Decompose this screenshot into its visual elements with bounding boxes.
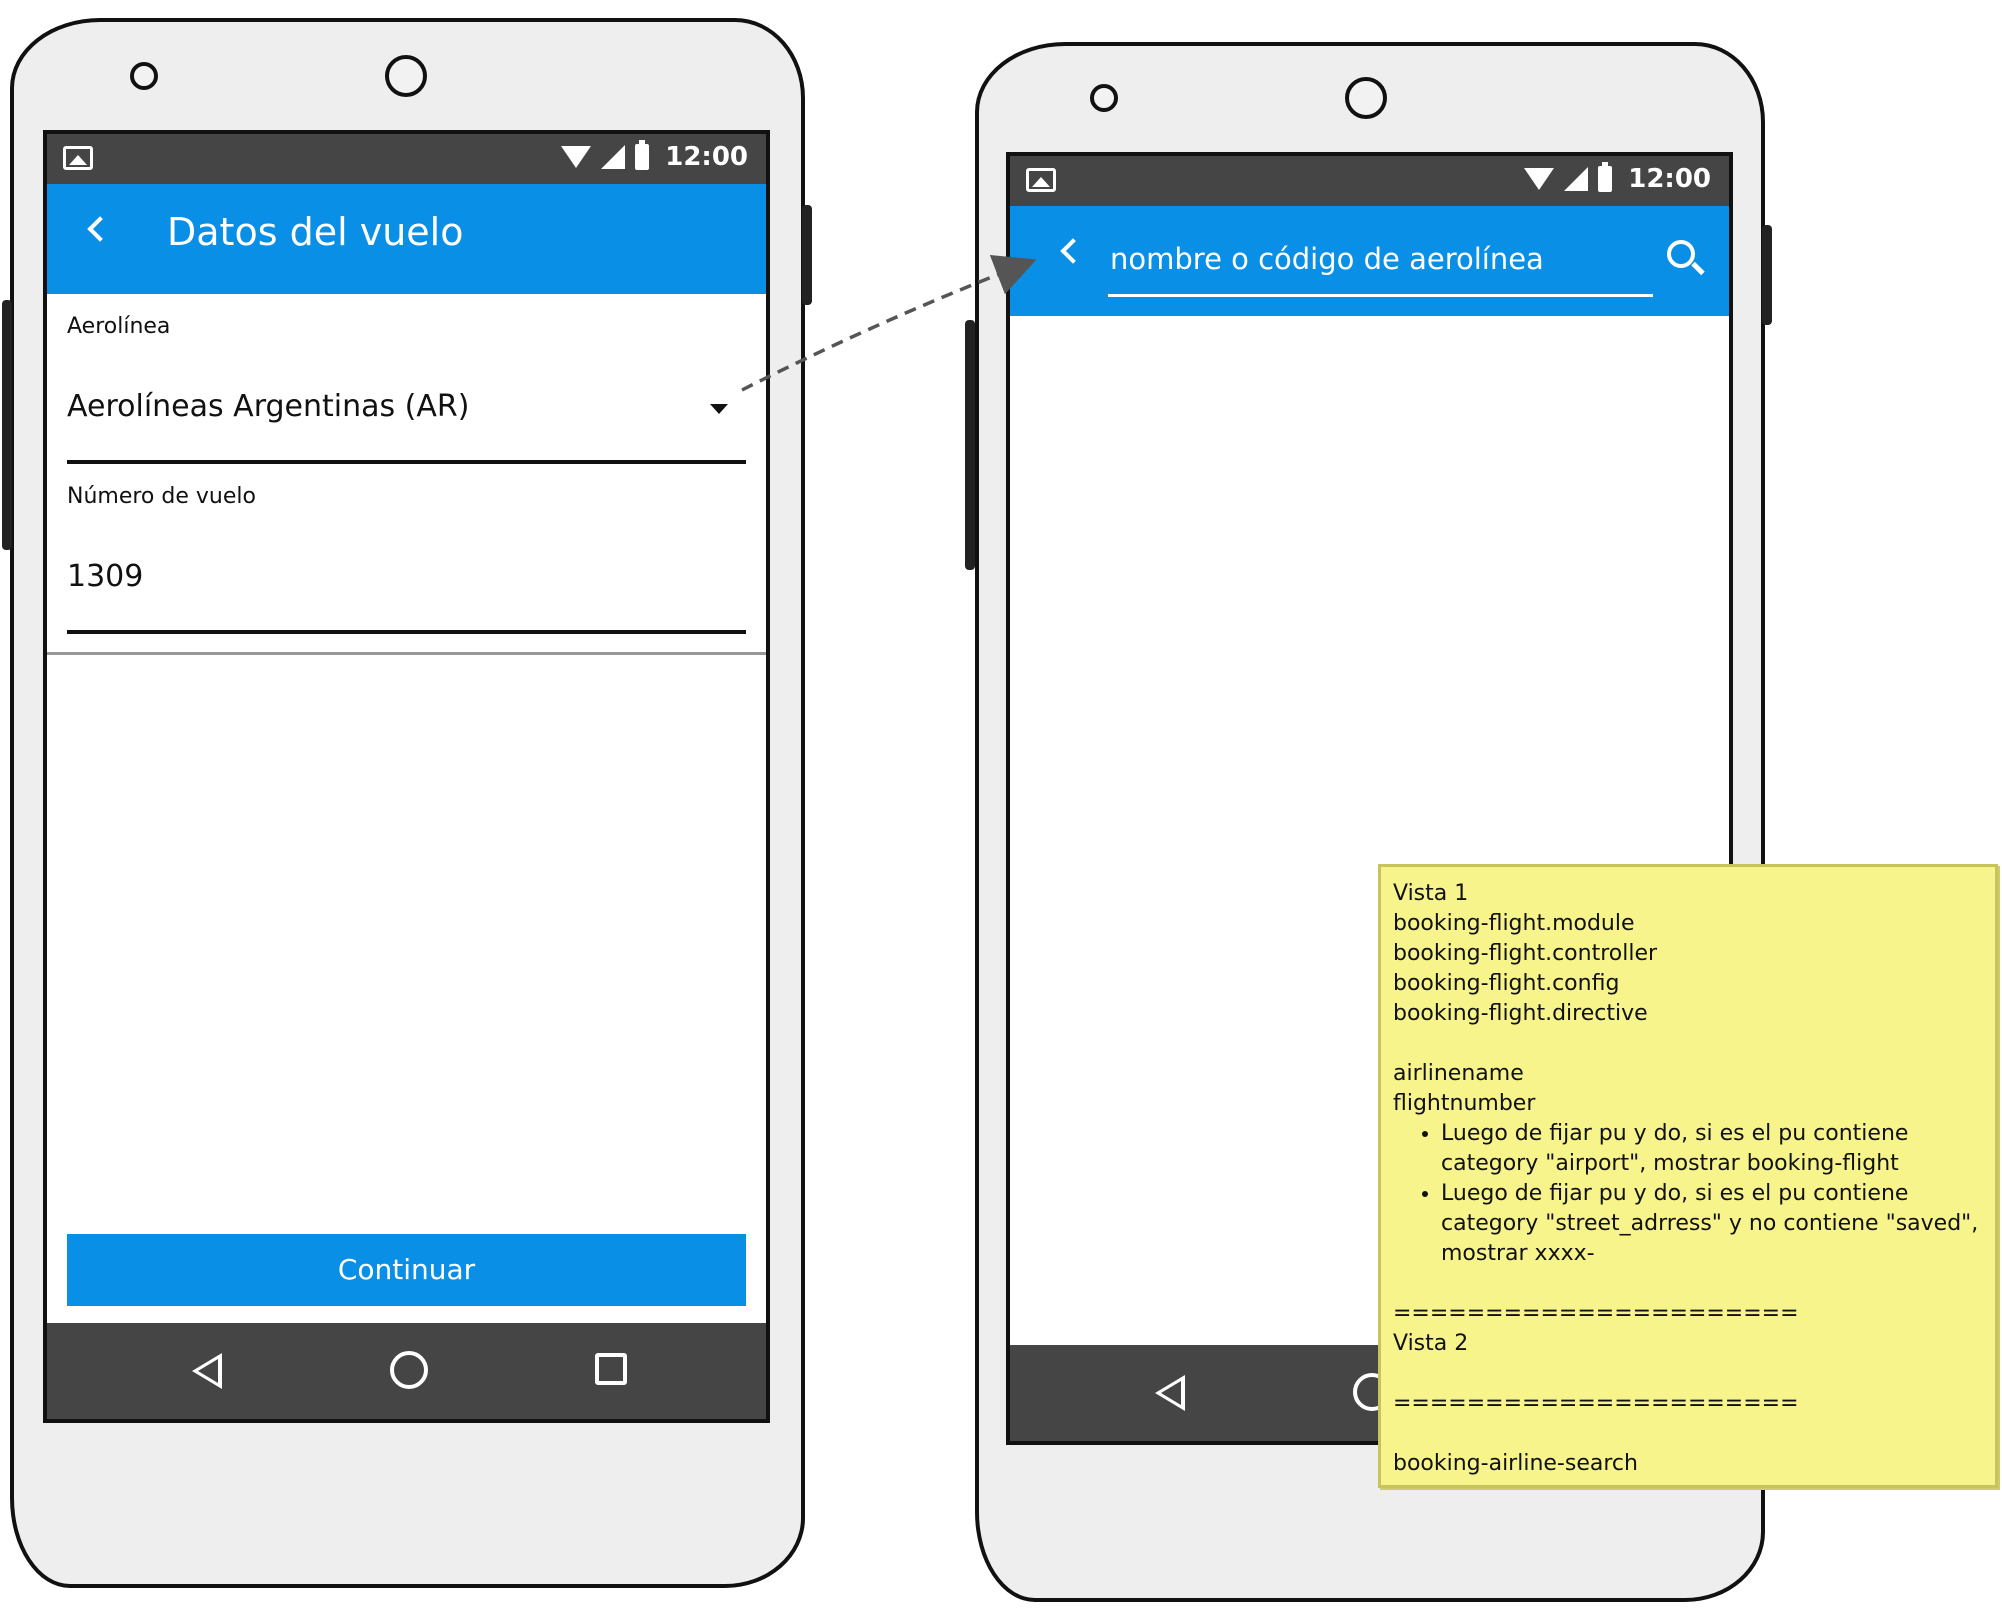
sticky-note: Vista 1 booking-flight.module booking-fl… bbox=[1378, 864, 1998, 1488]
battery-icon bbox=[1598, 162, 1613, 192]
nav-recents-icon[interactable] bbox=[595, 1353, 627, 1385]
phone-side-button bbox=[965, 320, 975, 570]
note-line: ====================== bbox=[1393, 1301, 1799, 1326]
wifi-icon bbox=[561, 146, 592, 168]
status-time: 12:00 bbox=[665, 142, 748, 172]
back-arrow-icon[interactable] bbox=[1060, 238, 1086, 264]
phone-side-button bbox=[802, 205, 812, 305]
image-icon bbox=[63, 146, 93, 170]
note-line bbox=[1393, 1419, 1983, 1449]
phone-sensor bbox=[130, 62, 158, 90]
nav-home-icon[interactable] bbox=[390, 1351, 428, 1389]
status-bar: 12:00 bbox=[1010, 156, 1729, 206]
search-underline bbox=[1108, 294, 1653, 297]
phone-sensor bbox=[1090, 84, 1118, 112]
note-line: booking-flight.module bbox=[1393, 911, 1635, 936]
note-bottom-lines: ====================== Vista 2 =========… bbox=[1393, 1269, 1983, 1479]
flight-number-label: Número de vuelo bbox=[67, 484, 256, 509]
page-title: Datos del vuelo bbox=[167, 210, 464, 254]
search-app-bar: nombre o código de aerolínea bbox=[1010, 206, 1729, 316]
nav-back-icon[interactable] bbox=[1155, 1375, 1185, 1411]
image-icon bbox=[1026, 168, 1056, 192]
wifi-icon bbox=[1524, 168, 1555, 190]
app-bar: Datos del vuelo bbox=[47, 184, 766, 294]
status-time: 12:00 bbox=[1628, 164, 1711, 194]
flight-number-input[interactable]: 1309 bbox=[67, 559, 143, 594]
airline-label: Aerolínea bbox=[67, 314, 171, 339]
note-line bbox=[1393, 1359, 1983, 1389]
note-line: ====================== bbox=[1393, 1391, 1799, 1416]
dropdown-arrow-icon[interactable] bbox=[710, 404, 728, 414]
section-divider bbox=[47, 652, 766, 655]
airline-search-input[interactable]: nombre o código de aerolínea bbox=[1110, 242, 1544, 276]
note-line: booking-airline-search bbox=[1393, 1451, 1638, 1476]
note-line: booking-flight.directive bbox=[1393, 1001, 1648, 1026]
note-line bbox=[1393, 1029, 1983, 1059]
nav-back-icon[interactable] bbox=[192, 1353, 222, 1389]
note-bullet-list: Luego de fijar pu y do, si es el pu cont… bbox=[1393, 1119, 1983, 1269]
note-line: booking-flight.config bbox=[1393, 971, 1620, 996]
signal-icon bbox=[601, 145, 626, 169]
back-arrow-icon[interactable] bbox=[87, 216, 113, 242]
note-line: Vista 1 bbox=[1393, 881, 1469, 906]
phone-side-button bbox=[2, 300, 12, 550]
battery-icon bbox=[635, 140, 650, 170]
phone-camera bbox=[1345, 77, 1387, 119]
airline-select[interactable]: Aerolíneas Argentinas (AR) bbox=[67, 389, 469, 424]
screen-flight-details: 12:00 Datos del vuelo Aerolínea Aerolíne… bbox=[43, 130, 770, 1423]
search-icon[interactable] bbox=[1667, 240, 1695, 268]
signal-icon bbox=[1564, 167, 1589, 191]
note-line: airlinename bbox=[1393, 1061, 1524, 1086]
phone-side-button bbox=[1762, 225, 1772, 325]
flight-number-underline bbox=[67, 630, 746, 634]
note-bullet: Luego de fijar pu y do, si es el pu cont… bbox=[1441, 1119, 1983, 1179]
note-line: booking-flight.controller bbox=[1393, 941, 1658, 966]
continue-button[interactable]: Continuar bbox=[67, 1234, 746, 1306]
status-bar: 12:00 bbox=[47, 134, 766, 184]
android-nav-bar bbox=[47, 1323, 766, 1419]
note-bullet: Luego de fijar pu y do, si es el pu cont… bbox=[1441, 1179, 1983, 1269]
airline-underline bbox=[67, 460, 746, 464]
note-line: flightnumber bbox=[1393, 1091, 1536, 1116]
note-line bbox=[1393, 1269, 1983, 1299]
phone-camera bbox=[385, 55, 427, 97]
note-top-lines: Vista 1 booking-flight.module booking-fl… bbox=[1393, 879, 1983, 1119]
note-line: Vista 2 bbox=[1393, 1331, 1469, 1356]
wireframe-canvas: 12:00 Datos del vuelo Aerolínea Aerolíne… bbox=[0, 0, 2002, 1610]
